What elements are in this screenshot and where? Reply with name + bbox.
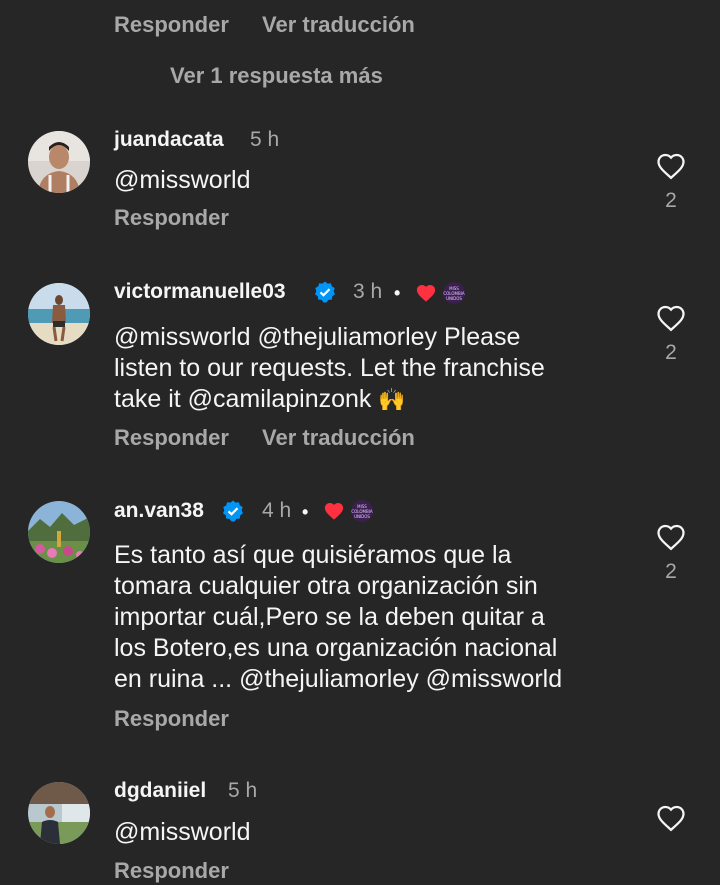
creator-avatar-badge: MISS COLOMBIA UNIDOS: [351, 500, 373, 522]
like-count: 2: [665, 560, 677, 583]
comment-username[interactable]: an.van38: [114, 499, 204, 523]
like-heart-icon[interactable]: [656, 152, 686, 185]
like-heart-icon[interactable]: [656, 523, 686, 556]
comment-text-line: @missworld @thejuliamorley Please: [114, 323, 521, 351]
comment-text: @missworld: [114, 166, 251, 194]
verified-badge-icon: [221, 499, 245, 528]
comment-text: @missworld @thejuliamorley Please listen…: [114, 322, 545, 415]
comment-text-line: los Botero,es una organización nacional: [114, 634, 558, 662]
avatar-image: [28, 782, 90, 844]
comment-username[interactable]: victormanuelle03: [114, 280, 286, 304]
separator-dot: •: [394, 283, 401, 303]
see-translation-button[interactable]: Ver traducción: [262, 12, 415, 38]
creator-liked-heart-icon: [323, 501, 345, 526]
comment-timestamp: 3 h: [353, 280, 383, 303]
comment-text: Es tanto así que quisiéramos que la toma…: [114, 540, 562, 695]
like-heart-icon[interactable]: [656, 804, 686, 837]
comment-text-line: listen to our requests. Let the franchis…: [114, 354, 545, 382]
like-heart-icon[interactable]: [656, 304, 686, 337]
comment-text-line: en ruina ... @thejuliamorley @missworld: [114, 665, 563, 693]
comment-username[interactable]: juandacata: [114, 128, 224, 152]
comment-text-line: importar cuál,Pero se la deben quitar a: [114, 603, 545, 631]
comment-text-segment: take it @camilapinzonk: [114, 385, 372, 413]
raised-hands-emoji: 🙌: [378, 387, 406, 412]
avatar-image: [28, 283, 90, 345]
like-count: 2: [665, 341, 677, 364]
reply-button[interactable]: Responder: [114, 12, 229, 38]
comment-text: @missworld: [114, 818, 251, 846]
reply-button[interactable]: Responder: [114, 858, 229, 884]
like-count: 2: [665, 189, 677, 212]
see-translation-button[interactable]: Ver traducción: [262, 425, 415, 451]
avatar[interactable]: [28, 131, 90, 193]
comment-timestamp: 5 h: [250, 128, 280, 151]
avatar-image: [28, 131, 90, 193]
avatar[interactable]: [28, 283, 90, 345]
comment-text-line: Es tanto así que quisiéramos que la: [114, 541, 512, 569]
comment-username[interactable]: dgdaniiel: [114, 779, 206, 803]
avatar-image: [28, 501, 90, 563]
view-more-replies-button[interactable]: Ver 1 respuesta más: [170, 63, 383, 89]
comment-text-line: tomara cualquier otra organización sin: [114, 572, 538, 600]
reply-button[interactable]: Responder: [114, 706, 229, 732]
comment-timestamp: 5 h: [228, 779, 258, 802]
separator-dot: •: [302, 502, 309, 522]
avatar[interactable]: [28, 782, 90, 844]
creator-liked-heart-icon: [415, 283, 437, 308]
comment-text-line: take it @camilapinzonk 🙌: [114, 384, 545, 415]
comment-timestamp: 4 h: [262, 499, 292, 522]
avatar[interactable]: [28, 501, 90, 563]
creator-avatar-badge: MISS COLOMBIA UNIDOS: [443, 282, 465, 304]
reply-button[interactable]: Responder: [114, 425, 229, 451]
verified-badge-icon: [313, 280, 337, 309]
reply-button[interactable]: Responder: [114, 205, 229, 231]
